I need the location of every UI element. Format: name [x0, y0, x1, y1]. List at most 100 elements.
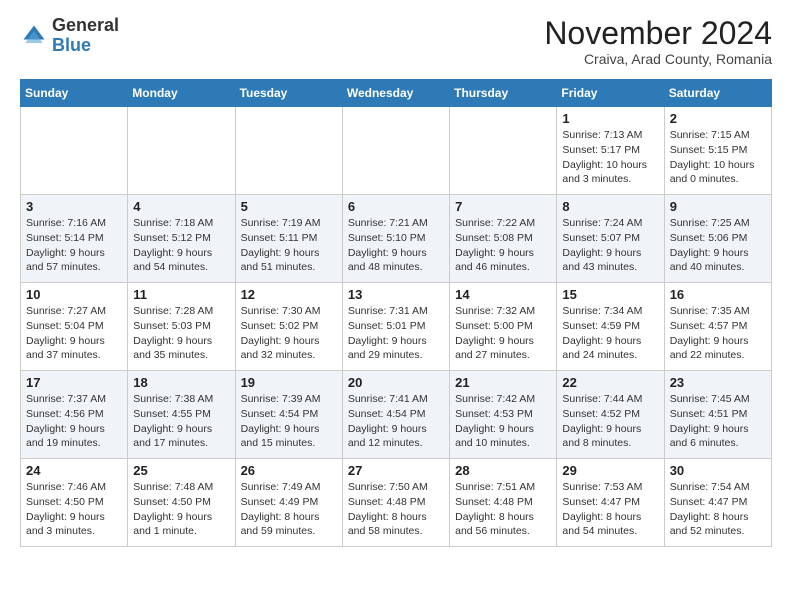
- calendar-cell: 11Sunrise: 7:28 AM Sunset: 5:03 PM Dayli…: [128, 283, 235, 371]
- day-info: Sunrise: 7:21 AM Sunset: 5:10 PM Dayligh…: [348, 216, 444, 275]
- calendar-cell: 9 Sunrise: 7:25 AM Sunset: 5:06 PM Daylig…: [664, 195, 771, 283]
- day-info: Sunrise: 7:16 AM Sunset: 5:14 PM Dayligh…: [26, 216, 122, 275]
- calendar-cell: 18 Sunrise: 7:38 AM Sunset: 4:55 PM Dayli…: [128, 371, 235, 459]
- day-number: 8: [562, 199, 658, 214]
- logo-text: General Blue: [52, 16, 119, 56]
- day-info: Sunrise: 7:49 AM Sunset: 4:49 PM Dayligh…: [241, 480, 337, 539]
- day-number: 18: [133, 375, 229, 390]
- calendar-week-row: 24Sunrise: 7:46 AM Sunset: 4:50 PM Dayli…: [21, 459, 772, 547]
- day-info: Sunrise: 7:25 AM Sunset: 5:06 PM Dayligh…: [670, 216, 766, 275]
- day-info: Sunrise: 7:41 AM Sunset: 4:54 PM Dayligh…: [348, 392, 444, 451]
- day-info: Sunrise: 7:37 AM Sunset: 4:56 PM Dayligh…: [26, 392, 122, 451]
- day-number: 30: [670, 463, 766, 478]
- day-info: Sunrise: 7:31 AM Sunset: 5:01 PM Dayligh…: [348, 304, 444, 363]
- day-number: 13: [348, 287, 444, 302]
- day-number: 26: [241, 463, 337, 478]
- calendar-cell: 23Sunrise: 7:45 AM Sunset: 4:51 PM Dayli…: [664, 371, 771, 459]
- calendar-week-row: 17 Sunrise: 7:37 AM Sunset: 4:56 PM Dayli…: [21, 371, 772, 459]
- calendar-cell: 17 Sunrise: 7:37 AM Sunset: 4:56 PM Dayli…: [21, 371, 128, 459]
- header: General Blue November 2024 Craiva, Arad …: [20, 16, 772, 67]
- col-saturday: Saturday: [664, 80, 771, 107]
- calendar-cell: 13 Sunrise: 7:31 AM Sunset: 5:01 PM Dayli…: [342, 283, 449, 371]
- day-number: 5: [241, 199, 337, 214]
- col-sunday: Sunday: [21, 80, 128, 107]
- day-info: Sunrise: 7:38 AM Sunset: 4:55 PM Dayligh…: [133, 392, 229, 451]
- logo-blue-text: Blue: [52, 36, 119, 56]
- day-number: 10: [26, 287, 122, 302]
- day-number: 12: [241, 287, 337, 302]
- calendar-cell: 25 Sunrise: 7:48 AM Sunset: 4:50 PM Dayli…: [128, 459, 235, 547]
- calendar-cell: 20 Sunrise: 7:41 AM Sunset: 4:54 PM Dayli…: [342, 371, 449, 459]
- day-number: 23: [670, 375, 766, 390]
- calendar-cell: [235, 107, 342, 195]
- calendar-cell: [450, 107, 557, 195]
- title-month: November 2024: [544, 16, 772, 51]
- day-info: Sunrise: 7:27 AM Sunset: 5:04 PM Dayligh…: [26, 304, 122, 363]
- day-info: Sunrise: 7:28 AM Sunset: 5:03 PM Dayligh…: [133, 304, 229, 363]
- calendar-cell: 7 Sunrise: 7:22 AM Sunset: 5:08 PM Daylig…: [450, 195, 557, 283]
- calendar-cell: 2Sunrise: 7:15 AM Sunset: 5:15 PM Daylig…: [664, 107, 771, 195]
- col-tuesday: Tuesday: [235, 80, 342, 107]
- calendar-cell: 15 Sunrise: 7:34 AM Sunset: 4:59 PM Dayli…: [557, 283, 664, 371]
- day-info: Sunrise: 7:50 AM Sunset: 4:48 PM Dayligh…: [348, 480, 444, 539]
- calendar-cell: [342, 107, 449, 195]
- calendar-cell: 26 Sunrise: 7:49 AM Sunset: 4:49 PM Dayli…: [235, 459, 342, 547]
- day-number: 21: [455, 375, 551, 390]
- day-info: Sunrise: 7:53 AM Sunset: 4:47 PM Dayligh…: [562, 480, 658, 539]
- day-info: Sunrise: 7:46 AM Sunset: 4:50 PM Dayligh…: [26, 480, 122, 539]
- calendar-cell: [128, 107, 235, 195]
- day-info: Sunrise: 7:34 AM Sunset: 4:59 PM Dayligh…: [562, 304, 658, 363]
- calendar-cell: 21 Sunrise: 7:42 AM Sunset: 4:53 PM Dayli…: [450, 371, 557, 459]
- calendar-cell: 14 Sunrise: 7:32 AM Sunset: 5:00 PM Dayli…: [450, 283, 557, 371]
- day-number: 15: [562, 287, 658, 302]
- logo-general-text: General: [52, 16, 119, 36]
- day-number: 29: [562, 463, 658, 478]
- calendar-cell: 3 Sunrise: 7:16 AM Sunset: 5:14 PM Daylig…: [21, 195, 128, 283]
- day-number: 17: [26, 375, 122, 390]
- page: General Blue November 2024 Craiva, Arad …: [0, 0, 792, 563]
- day-info: Sunrise: 7:51 AM Sunset: 4:48 PM Dayligh…: [455, 480, 551, 539]
- day-info: Sunrise: 7:30 AM Sunset: 5:02 PM Dayligh…: [241, 304, 337, 363]
- calendar-cell: 30 Sunrise: 7:54 AM Sunset: 4:47 PM Dayli…: [664, 459, 771, 547]
- col-monday: Monday: [128, 80, 235, 107]
- day-info: Sunrise: 7:35 AM Sunset: 4:57 PM Dayligh…: [670, 304, 766, 363]
- day-number: 22: [562, 375, 658, 390]
- day-number: 7: [455, 199, 551, 214]
- day-info: Sunrise: 7:18 AM Sunset: 5:12 PM Dayligh…: [133, 216, 229, 275]
- day-number: 25: [133, 463, 229, 478]
- day-info: Sunrise: 7:54 AM Sunset: 4:47 PM Dayligh…: [670, 480, 766, 539]
- day-number: 28: [455, 463, 551, 478]
- calendar-cell: 28 Sunrise: 7:51 AM Sunset: 4:48 PM Dayli…: [450, 459, 557, 547]
- day-info: Sunrise: 7:13 AM Sunset: 5:17 PM Dayligh…: [562, 128, 658, 187]
- day-number: 6: [348, 199, 444, 214]
- calendar-cell: 19Sunrise: 7:39 AM Sunset: 4:54 PM Dayli…: [235, 371, 342, 459]
- title-location: Craiva, Arad County, Romania: [544, 51, 772, 67]
- calendar-cell: 4 Sunrise: 7:18 AM Sunset: 5:12 PM Daylig…: [128, 195, 235, 283]
- calendar-cell: 27 Sunrise: 7:50 AM Sunset: 4:48 PM Dayli…: [342, 459, 449, 547]
- calendar-header-row: Sunday Monday Tuesday Wednesday Thursday…: [21, 80, 772, 107]
- day-info: Sunrise: 7:39 AM Sunset: 4:54 PM Dayligh…: [241, 392, 337, 451]
- day-info: Sunrise: 7:24 AM Sunset: 5:07 PM Dayligh…: [562, 216, 658, 275]
- calendar-cell: 16Sunrise: 7:35 AM Sunset: 4:57 PM Dayli…: [664, 283, 771, 371]
- calendar-week-row: 3 Sunrise: 7:16 AM Sunset: 5:14 PM Daylig…: [21, 195, 772, 283]
- day-number: 4: [133, 199, 229, 214]
- calendar-cell: 5Sunrise: 7:19 AM Sunset: 5:11 PM Daylig…: [235, 195, 342, 283]
- calendar-cell: 29 Sunrise: 7:53 AM Sunset: 4:47 PM Dayli…: [557, 459, 664, 547]
- day-number: 3: [26, 199, 122, 214]
- calendar-cell: 1 Sunrise: 7:13 AM Sunset: 5:17 PM Daylig…: [557, 107, 664, 195]
- calendar-cell: 8 Sunrise: 7:24 AM Sunset: 5:07 PM Daylig…: [557, 195, 664, 283]
- day-number: 1: [562, 111, 658, 126]
- col-wednesday: Wednesday: [342, 80, 449, 107]
- day-number: 20: [348, 375, 444, 390]
- logo: General Blue: [20, 16, 119, 56]
- day-info: Sunrise: 7:32 AM Sunset: 5:00 PM Dayligh…: [455, 304, 551, 363]
- day-number: 9: [670, 199, 766, 214]
- day-info: Sunrise: 7:42 AM Sunset: 4:53 PM Dayligh…: [455, 392, 551, 451]
- day-info: Sunrise: 7:48 AM Sunset: 4:50 PM Dayligh…: [133, 480, 229, 539]
- day-info: Sunrise: 7:22 AM Sunset: 5:08 PM Dayligh…: [455, 216, 551, 275]
- day-number: 27: [348, 463, 444, 478]
- day-info: Sunrise: 7:15 AM Sunset: 5:15 PM Dayligh…: [670, 128, 766, 187]
- calendar-week-row: 1 Sunrise: 7:13 AM Sunset: 5:17 PM Daylig…: [21, 107, 772, 195]
- day-number: 14: [455, 287, 551, 302]
- calendar-cell: 22Sunrise: 7:44 AM Sunset: 4:52 PM Dayli…: [557, 371, 664, 459]
